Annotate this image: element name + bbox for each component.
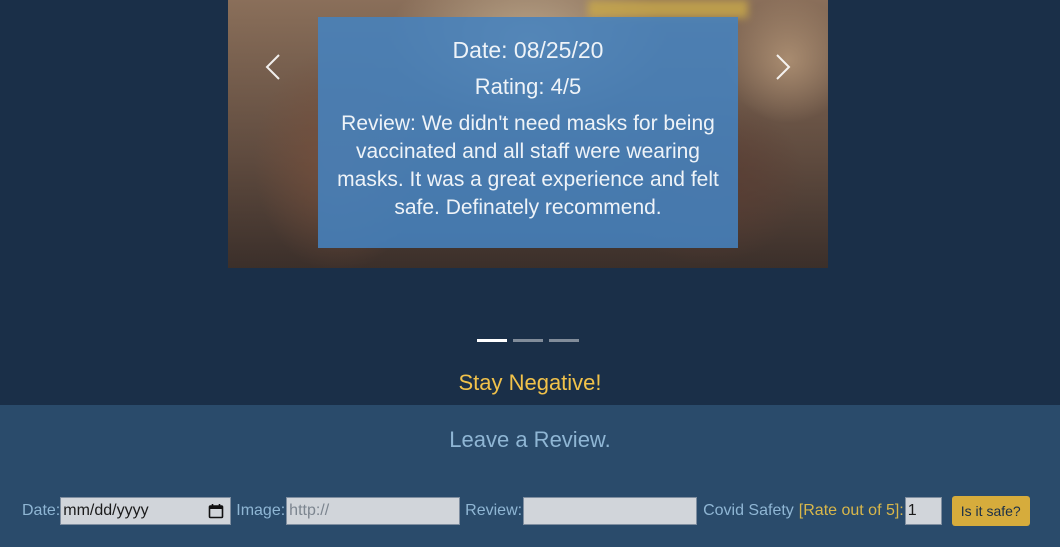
- covid-safety-label: Covid Safety: [703, 502, 794, 519]
- tagline: Stay Negative!: [458, 370, 602, 395]
- date-label: Date:: [22, 502, 61, 519]
- carousel-prev-button[interactable]: [256, 52, 290, 86]
- image-url-field[interactable]: http://: [286, 497, 461, 525]
- carousel-caption: Date: 08/25/20 Rating: 4/5 Review: We di…: [318, 17, 738, 248]
- review-carousel: Date: 08/25/20 Rating: 4/5 Review: We di…: [228, 0, 828, 268]
- carousel-indicator-3[interactable]: [549, 339, 579, 342]
- carousel-indicator-2[interactable]: [513, 339, 543, 342]
- date-field[interactable]: mm/dd/yyyy: [60, 497, 232, 525]
- slide-rating: Rating: 4/5: [474, 74, 582, 99]
- chevron-left-icon: [265, 54, 280, 80]
- carousel-indicators: [477, 339, 579, 343]
- carousel-image-detail: [588, 0, 748, 18]
- review-form-title: Leave a Review.: [449, 427, 611, 452]
- carousel-next-button[interactable]: [766, 52, 800, 86]
- review-form-panel: Leave a Review. Date: mm/dd/yyyy Image: …: [0, 405, 1060, 547]
- is-it-safe-button[interactable]: Is it safe?: [951, 496, 1030, 526]
- slide-date: Date: 08/25/20: [452, 37, 604, 63]
- calendar-icon[interactable]: [208, 503, 224, 519]
- chevron-right-icon: [776, 54, 791, 80]
- safety-rating-field[interactable]: 1: [904, 497, 942, 525]
- carousel-indicator-1[interactable]: [477, 339, 507, 342]
- date-field-value: mm/dd/yyyy: [63, 502, 149, 519]
- slide-review: Review: We didn't need masks for being v…: [337, 112, 719, 219]
- rate-hint-label: [Rate out of 5]:: [798, 502, 904, 519]
- review-label: Review:: [465, 502, 523, 519]
- review-text-field[interactable]: [523, 497, 698, 525]
- review-form: Date: mm/dd/yyyy Image: http:// Review: …: [22, 496, 1030, 526]
- image-label: Image:: [236, 502, 286, 519]
